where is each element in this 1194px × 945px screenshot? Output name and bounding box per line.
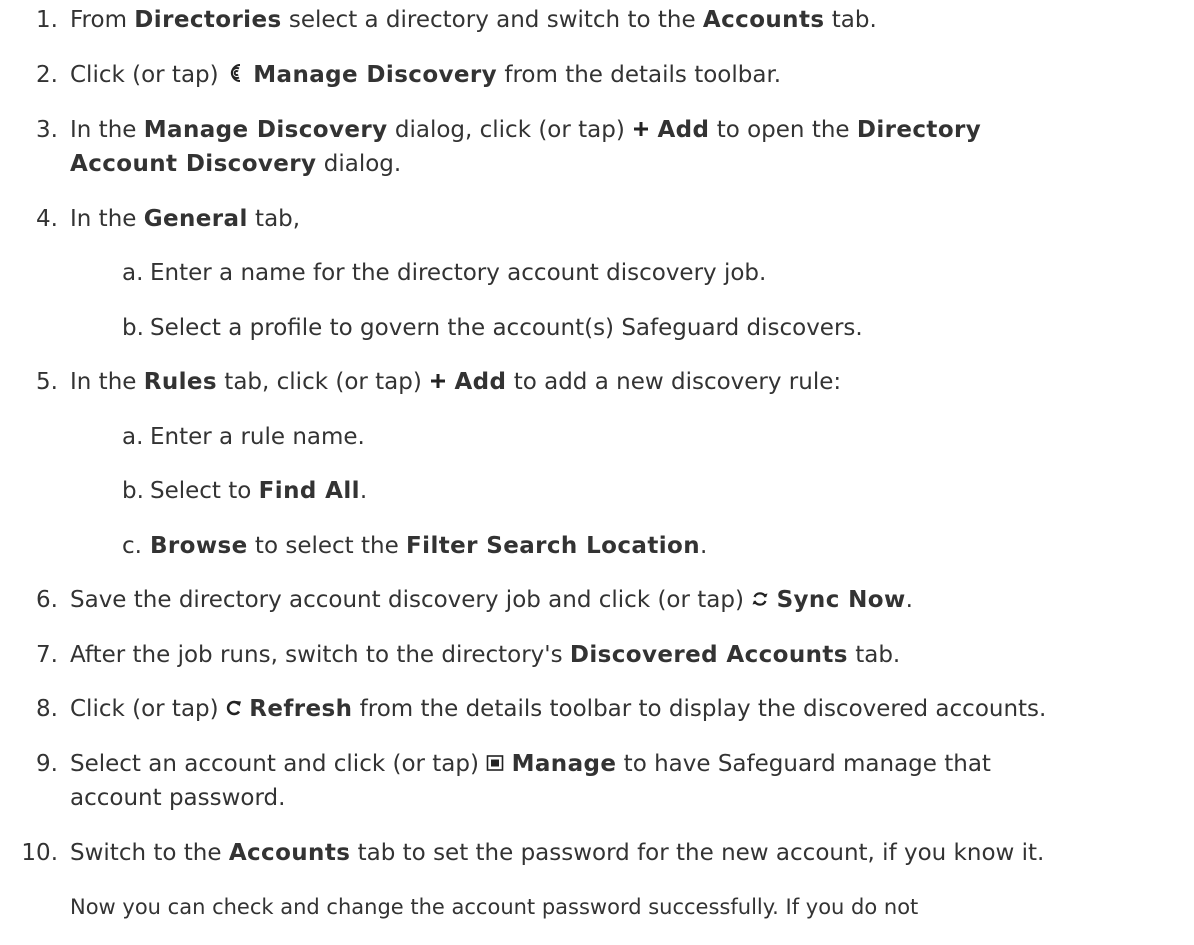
step-text: Switch to the Accounts tab to set the pa…: [70, 840, 1045, 866]
step-number: 6.: [36, 587, 58, 613]
step-number: 7.: [36, 642, 58, 668]
step-text: In the Rules tab, click (or tap) Add to …: [70, 368, 842, 396]
substep-text: Select to Find All.: [150, 478, 368, 504]
note-text: Now you can check and change the account…: [70, 895, 919, 919]
substep-letter: b.: [122, 315, 144, 341]
substep-letter: c.: [122, 533, 142, 559]
add-icon: [632, 116, 650, 144]
substep-letter: a.: [122, 424, 144, 450]
step-number: 5.: [36, 369, 58, 395]
manage-icon: [486, 750, 504, 778]
step-number: 1.: [36, 7, 58, 33]
step-text: In the General tab,: [70, 206, 301, 232]
step-number: 9.: [36, 751, 58, 777]
step-text: Click (or tap) Refresh from the details …: [70, 695, 1047, 723]
substep-letter: a.: [122, 260, 144, 286]
substep-text: Enter a name for the directory account d…: [150, 260, 767, 286]
step-number: 3.: [36, 117, 58, 143]
procedure-document: 1. From Directories select a directory a…: [0, 0, 1194, 945]
step-text: Click (or tap) Manage Discovery from the…: [70, 61, 782, 89]
step-number: 8.: [36, 696, 58, 722]
refresh-icon: [226, 695, 242, 723]
step-text: In the Manage Discovery dialog, click (o…: [70, 116, 982, 144]
add-icon: [429, 368, 447, 396]
step-number: 2.: [36, 62, 58, 88]
step-text: From Directories select a directory and …: [70, 7, 877, 33]
step-number: 4.: [36, 206, 58, 232]
substep-text: Browse to select the Filter Search Locat…: [150, 533, 708, 559]
substep-letter: b.: [122, 478, 144, 504]
substep-text: Select a profile to govern the account(s…: [150, 315, 863, 341]
step-text: Account Discovery dialog.: [70, 151, 402, 177]
step-number: 10.: [21, 840, 58, 866]
substep-text: Enter a rule name.: [150, 424, 365, 450]
step-text: After the job runs, switch to the direct…: [70, 642, 901, 668]
manage-discovery-icon: [226, 61, 246, 89]
step-text: Select an account and click (or tap) Man…: [70, 750, 991, 778]
step-text: Save the directory account discovery job…: [70, 586, 913, 614]
sync-icon: [751, 586, 769, 614]
step-text: account password.: [70, 785, 286, 811]
